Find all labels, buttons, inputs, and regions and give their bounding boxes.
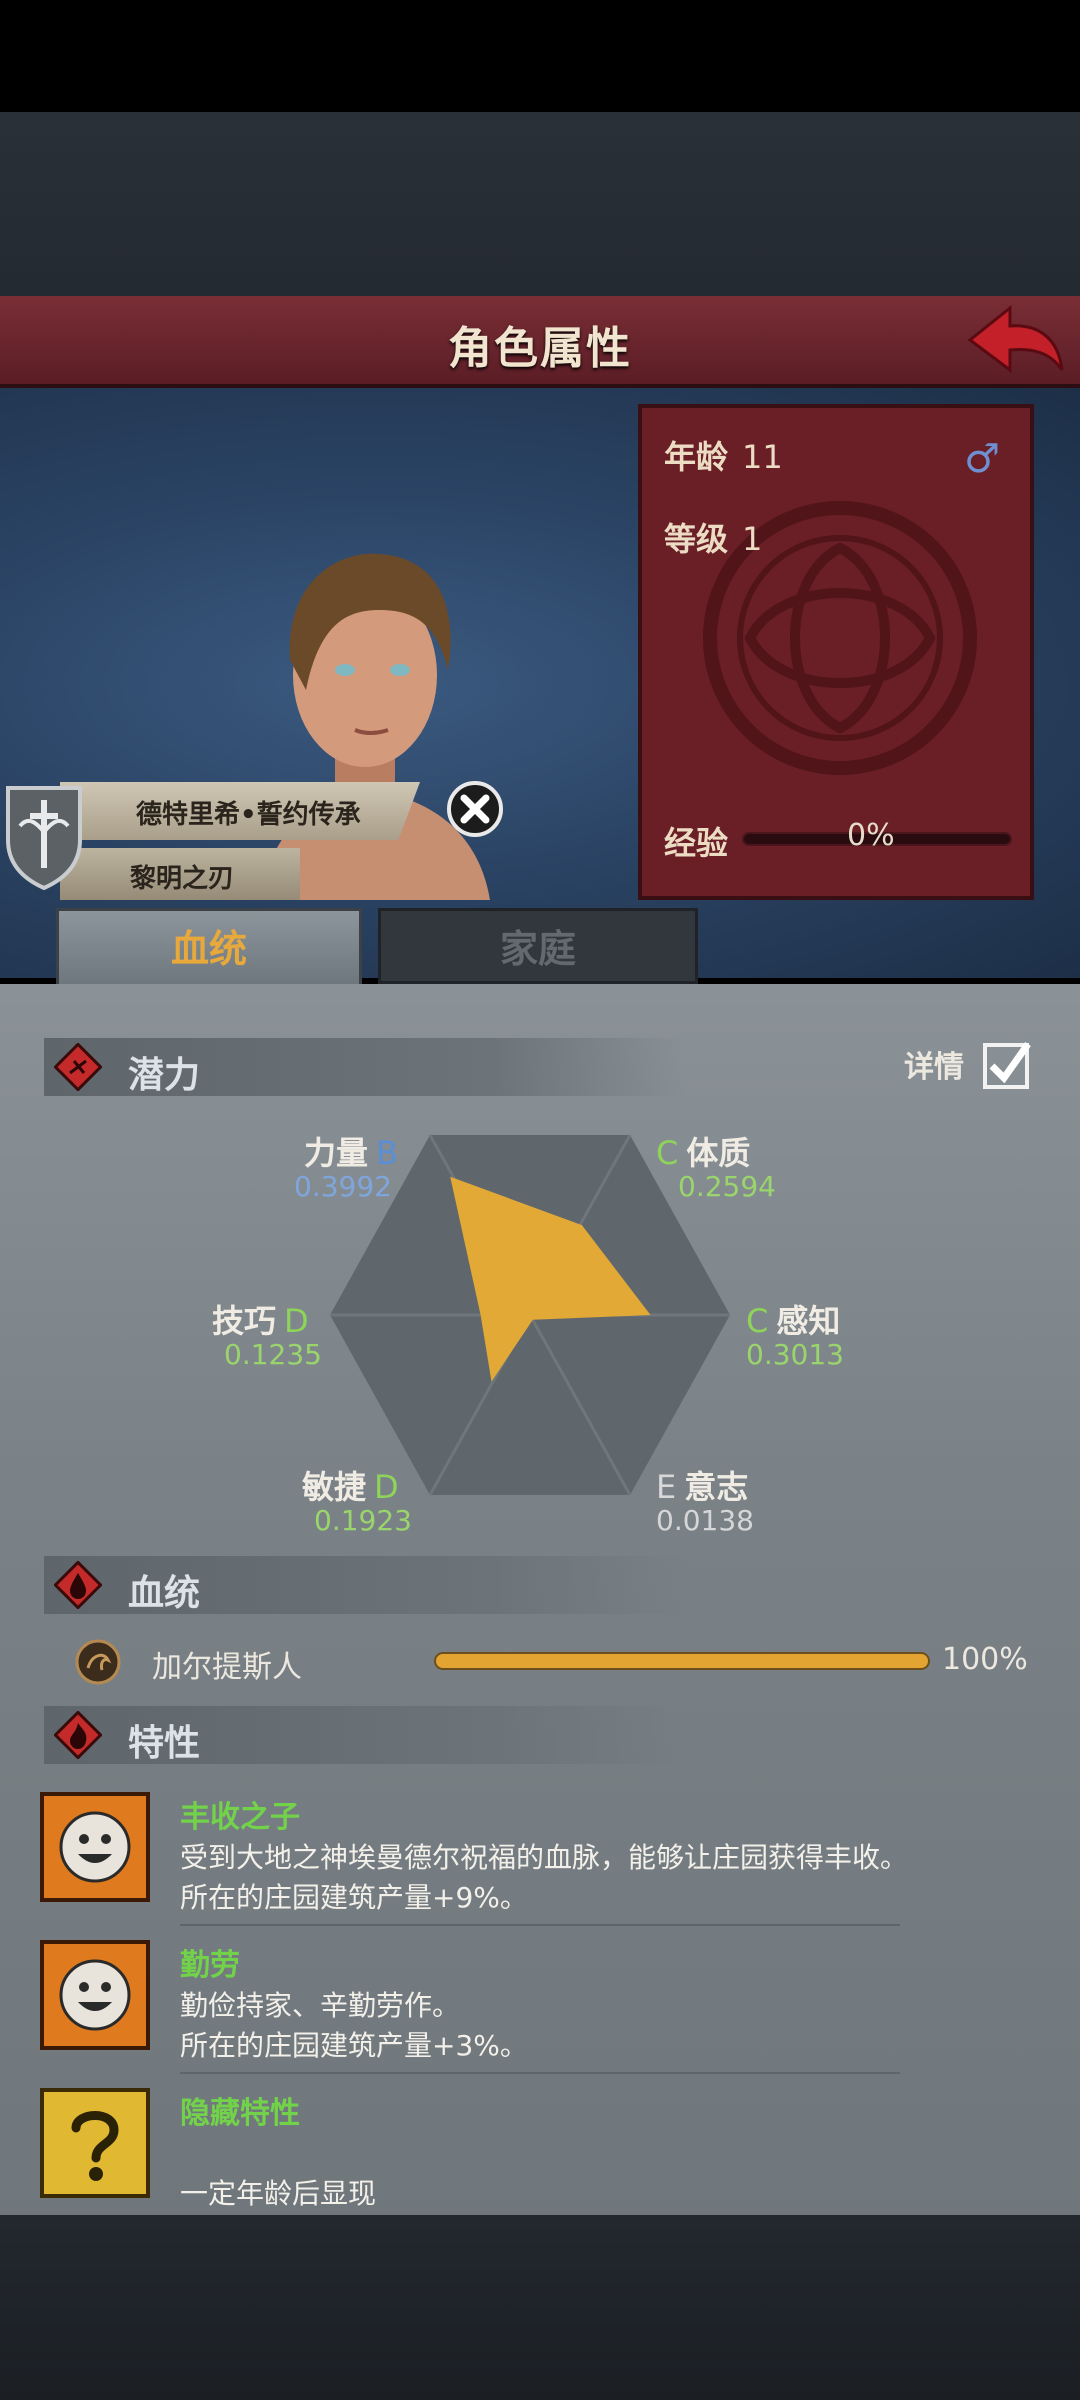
house-shield-icon bbox=[6, 786, 82, 890]
smiley-icon bbox=[40, 1792, 150, 1902]
attr-strength-name: 力量 bbox=[304, 1134, 369, 1172]
attr-constitution-grade: C bbox=[656, 1134, 679, 1172]
attr-agility-grade: D bbox=[374, 1468, 399, 1506]
attr-perception-grade: C bbox=[746, 1302, 769, 1340]
question-icon bbox=[40, 2088, 150, 2198]
trait-effect: 所在的庄园建筑产量+3%。 bbox=[180, 2029, 528, 2062]
age-label: 年龄 bbox=[664, 438, 729, 476]
attr-perception-value: 0.3013 bbox=[746, 1338, 844, 1371]
attr-will: E 意志 bbox=[656, 1462, 748, 1508]
tribe-emblem-icon bbox=[75, 1639, 121, 1685]
attr-will-name: 意志 bbox=[684, 1468, 749, 1506]
exp-value: 0% bbox=[847, 818, 895, 853]
house-name: 德特里希•誓约传承 bbox=[136, 800, 361, 830]
attr-skill-name: 技巧 bbox=[212, 1302, 277, 1340]
attr-strength-value: 0.3992 bbox=[294, 1170, 392, 1203]
age-row: 年龄 11 bbox=[664, 432, 783, 478]
trait-name: 丰收之子 bbox=[180, 1800, 300, 1835]
trait-name: 隐藏特性 bbox=[180, 2096, 300, 2131]
attr-will-value: 0.0138 bbox=[656, 1504, 754, 1537]
divider bbox=[180, 2072, 900, 2074]
attr-perception-name: 感知 bbox=[776, 1302, 841, 1340]
blood-drop-icon bbox=[54, 1561, 102, 1609]
close-icon[interactable] bbox=[446, 780, 504, 838]
attr-skill-grade: D bbox=[284, 1302, 309, 1340]
trait-effect: 一定年龄后显现 bbox=[180, 2177, 377, 2210]
bloodline-label: 血统 bbox=[128, 1573, 201, 1614]
age-value: 11 bbox=[742, 438, 783, 476]
attr-skill-value: 0.1235 bbox=[224, 1338, 322, 1371]
attr-strength: 力量 B bbox=[304, 1128, 398, 1174]
level-label: 等级 bbox=[664, 520, 729, 558]
bloodline-progress-bar bbox=[434, 1652, 930, 1670]
detail-label: 详情 bbox=[904, 1050, 964, 1085]
flame-icon bbox=[54, 1711, 102, 1759]
detail-checkbox[interactable] bbox=[982, 1040, 1032, 1090]
traits-label: 特性 bbox=[128, 1723, 201, 1764]
page-title: 角色属性 bbox=[448, 323, 632, 374]
back-arrow-icon[interactable] bbox=[966, 300, 1066, 380]
attr-agility-value: 0.1923 bbox=[314, 1504, 412, 1537]
trait-name: 勤劳 bbox=[180, 1948, 240, 1983]
attr-constitution: C 体质 bbox=[656, 1128, 750, 1174]
trait-desc: 受到大地之神埃曼德尔祝福的血脉，能够让庄园获得丰收。 bbox=[180, 1841, 909, 1874]
bloodline-name: 加尔提斯人 bbox=[152, 1650, 302, 1685]
attr-will-grade: E bbox=[656, 1468, 677, 1506]
status-bar-area bbox=[0, 0, 1080, 112]
trait-effect: 所在的庄园建筑产量+9%。 bbox=[180, 1881, 528, 1914]
attr-perception: C 感知 bbox=[746, 1296, 840, 1342]
attr-constitution-value: 0.2594 bbox=[678, 1170, 776, 1203]
traits-section-header: 特性 bbox=[44, 1706, 684, 1764]
male-icon: ♂ bbox=[964, 436, 1000, 482]
bloodline-row: 加尔提斯人 100% bbox=[74, 1638, 1034, 1685]
top-background bbox=[0, 112, 1080, 297]
title-banner: 黎明之刃 bbox=[60, 848, 300, 900]
trait-item[interactable]: 丰收之子 受到大地之神埃曼德尔祝福的血脉，能够让庄园获得丰收。 所在的庄园建筑产… bbox=[40, 1792, 1040, 1914]
stat-panel: 年龄 11 ♂ 等级 1 经验 0% bbox=[638, 404, 1034, 900]
title-bar: 角色属性 bbox=[0, 296, 1080, 388]
tab-bloodline[interactable]: 血统 bbox=[56, 908, 362, 984]
attr-agility-name: 敏捷 bbox=[302, 1468, 367, 1506]
house-banner: 德特里希•誓约传承 bbox=[60, 782, 420, 840]
house-title: 黎明之刃 bbox=[130, 864, 235, 894]
trait-item[interactable]: 勤劳 勤俭持家、辛勤劳作。 所在的庄园建筑产量+3%。 bbox=[40, 1940, 1040, 2062]
level-row: 等级 1 bbox=[664, 514, 762, 560]
exp-label: 经验 bbox=[664, 824, 729, 862]
tab-family[interactable]: 家庭 bbox=[378, 908, 698, 984]
character-portrait bbox=[260, 553, 490, 900]
level-value: 1 bbox=[742, 520, 763, 558]
trait-desc: 勤俭持家、辛勤劳作。 bbox=[180, 1989, 461, 2022]
potential-icon bbox=[54, 1043, 102, 1091]
smiley-icon bbox=[40, 1940, 150, 2050]
bottom-background bbox=[0, 2215, 1080, 2400]
attr-agility: 敏捷 D bbox=[302, 1462, 399, 1508]
potential-section-header: 潜力 bbox=[44, 1038, 684, 1096]
attr-constitution-name: 体质 bbox=[686, 1134, 751, 1172]
attr-strength-grade: B bbox=[376, 1134, 398, 1172]
bloodline-section-header: 血统 bbox=[44, 1556, 684, 1614]
bloodline-percent: 100% bbox=[942, 1642, 1028, 1677]
divider bbox=[180, 1924, 900, 1926]
potential-label: 潜力 bbox=[128, 1055, 201, 1096]
trait-item[interactable]: 隐藏特性 一定年龄后显现 bbox=[40, 2088, 1040, 2210]
attr-skill: 技巧 D bbox=[212, 1296, 309, 1342]
